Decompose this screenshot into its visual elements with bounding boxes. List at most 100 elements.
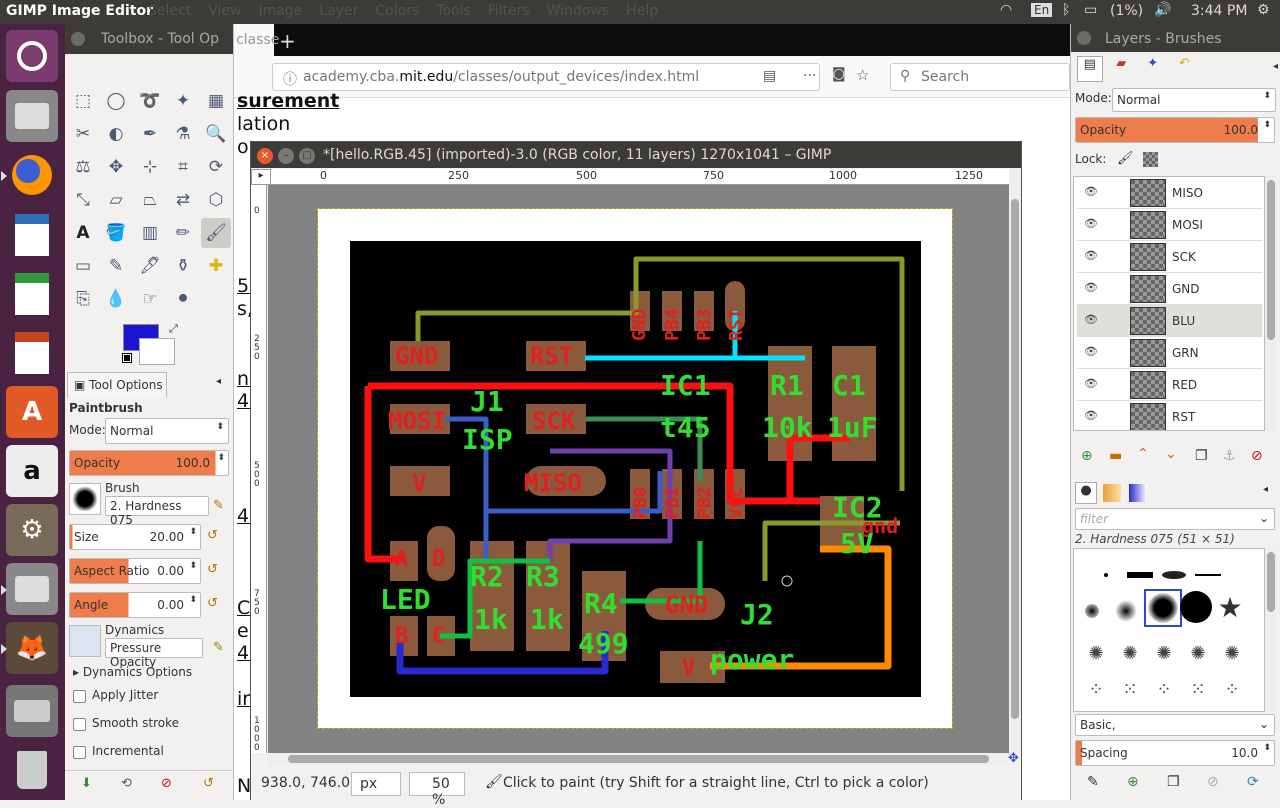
smudge-icon[interactable]: ☞ xyxy=(135,284,165,314)
visibility-eye-icon[interactable]: 👁 xyxy=(1084,217,1098,230)
fuzzy-select-icon[interactable]: ✦ xyxy=(168,86,198,116)
reset-aspect-icon[interactable]: ↺ xyxy=(207,562,218,577)
impress-icon[interactable] xyxy=(6,327,58,379)
foreground-select-icon[interactable]: ◐ xyxy=(101,119,131,149)
close-window-icon[interactable]: × xyxy=(257,148,273,164)
new-layer-icon[interactable]: ⊕ xyxy=(1081,448,1093,464)
brush-item[interactable] xyxy=(1090,559,1122,591)
maximize-window-icon[interactable]: □ xyxy=(299,148,315,164)
gradient-icon[interactable]: ▥ xyxy=(135,218,165,248)
calc-icon[interactable] xyxy=(6,268,58,320)
edit-dynamics-icon[interactable]: ✎ xyxy=(213,640,224,655)
menu-help[interactable]: Help xyxy=(626,3,658,19)
brush-preset-select[interactable]: Basic, ⌄ xyxy=(1075,714,1275,736)
clone-icon[interactable]: ⎘ xyxy=(68,284,98,314)
zoom-icon[interactable]: 🔍 xyxy=(201,119,231,149)
brush-item[interactable]: ⁘ xyxy=(1148,673,1180,705)
files-icon[interactable] xyxy=(6,90,58,142)
horizontal-scrollbar[interactable] xyxy=(268,753,1009,765)
airbrush-icon[interactable]: ✎ xyxy=(101,251,131,281)
scissors-icon[interactable]: ✂ xyxy=(68,119,98,149)
brush-item[interactable] xyxy=(1180,591,1212,623)
eraser-icon[interactable]: ▭ xyxy=(68,251,98,281)
angle-slider[interactable]: Angle 0.00 ⬍ xyxy=(69,592,201,618)
crop-icon[interactable]: ⌗ xyxy=(168,152,198,182)
amazon-icon[interactable]: a xyxy=(6,445,58,497)
search-input[interactable]: ⚲ Search xyxy=(890,63,1070,91)
layer-row[interactable]: 👁 MISO xyxy=(1077,177,1262,209)
layer-mode-select[interactable]: Normal ⬍ xyxy=(1112,88,1276,112)
opacity-slider[interactable]: Opacity 100.0 ⬍ xyxy=(69,450,229,476)
ellipse-select-icon[interactable]: ◯ xyxy=(101,86,131,116)
zoom-select[interactable]: 50 % xyxy=(409,772,465,808)
text-icon[interactable]: A xyxy=(68,218,98,248)
wifi-icon[interactable]: ◠ xyxy=(1000,2,1012,18)
info-icon[interactable]: ⓘ xyxy=(283,69,297,89)
visibility-eye-icon[interactable]: 👁 xyxy=(1084,249,1098,262)
tab-paths-icon[interactable]: ✦ xyxy=(1140,56,1165,82)
reader-icon[interactable]: ▤ xyxy=(763,68,776,84)
brush-item[interactable] xyxy=(1192,559,1224,591)
layer-row[interactable]: 👁 RED xyxy=(1077,369,1262,401)
brush-preview[interactable] xyxy=(69,483,101,515)
menu-select[interactable]: Select xyxy=(148,3,191,19)
menu-layer[interactable]: Layer xyxy=(319,3,358,19)
measure-icon[interactable]: ⚖ xyxy=(68,152,98,182)
image-canvas[interactable]: GND RST GND PB4 PB3 RST IC1 R1 C1 MOSI J… xyxy=(317,208,953,729)
size-slider[interactable]: Size 20.00 ⬍ xyxy=(69,524,201,550)
volume-icon[interactable]: 🔊 xyxy=(1154,2,1171,18)
trash-icon[interactable] xyxy=(6,744,58,796)
flip-icon[interactable]: ⇄ xyxy=(168,185,198,215)
visibility-eye-icon[interactable]: 👁 xyxy=(1084,409,1098,422)
reset-options-icon[interactable]: ↺ xyxy=(203,776,214,791)
save-options-icon[interactable]: ⬇ xyxy=(81,776,92,791)
brush-item[interactable] xyxy=(1110,595,1142,627)
background-color-swatch[interactable] xyxy=(139,338,175,365)
pencil-icon[interactable]: ✏ xyxy=(168,218,198,248)
drive-icon[interactable] xyxy=(6,685,58,737)
layer-row[interactable]: 👁 GND xyxy=(1077,273,1262,305)
edit-brush-icon[interactable]: ✎ xyxy=(1087,774,1099,790)
delete-options-icon[interactable]: ⊘ xyxy=(161,776,172,791)
url-bar[interactable]: ⓘ academy.cba.mit.edu/classes/output_dev… xyxy=(272,63,820,91)
tab-layers-icon[interactable]: ▤ xyxy=(1077,56,1103,82)
heal-icon[interactable]: ✚ xyxy=(201,251,231,281)
tab-brushes-icon[interactable]: ● xyxy=(1075,482,1097,504)
page-text-13[interactable]: ir xyxy=(237,688,250,710)
close-icon[interactable] xyxy=(1077,31,1091,45)
bucket-fill-icon[interactable]: 🪣 xyxy=(101,218,131,248)
brush-item-selected[interactable] xyxy=(1144,589,1182,627)
menu-tools[interactable]: Tools xyxy=(436,3,471,19)
brush-item[interactable]: ✺ xyxy=(1148,637,1180,669)
minimize-window-icon[interactable]: – xyxy=(278,148,294,164)
rotate-icon[interactable]: ⟳ xyxy=(201,152,231,182)
brush-item[interactable]: ⁘ xyxy=(1216,673,1248,705)
brush-item[interactable]: ⁙ xyxy=(1182,673,1214,705)
cage-icon[interactable]: ⬡ xyxy=(201,185,231,215)
tab-gradients-icon[interactable] xyxy=(1129,484,1147,502)
brush-item[interactable]: ⁙ xyxy=(1114,673,1146,705)
tab-channels-icon[interactable]: ▰ xyxy=(1109,56,1134,82)
paths-icon[interactable]: ✒ xyxy=(135,119,165,149)
bookmark-star-icon[interactable]: ☆ xyxy=(856,66,869,84)
battery-icon[interactable]: ▭ xyxy=(1084,2,1097,18)
navigate-icon[interactable]: ✥ xyxy=(1008,751,1019,766)
duplicate-layer-icon[interactable]: ❐ xyxy=(1195,448,1208,464)
brush-item[interactable]: ★ xyxy=(1214,591,1246,624)
bluetooth-icon[interactable]: ᛒ xyxy=(1062,2,1070,18)
layer-row[interactable]: 👁 MOSI xyxy=(1077,209,1262,241)
layer-row-selected[interactable]: 👁 BLU xyxy=(1077,305,1262,337)
menu-colors[interactable]: Colors xyxy=(375,3,419,19)
free-select-icon[interactable]: ➰ xyxy=(135,86,165,116)
gear-icon[interactable]: ⚙ xyxy=(1257,2,1270,18)
menu-windows[interactable]: Windows xyxy=(547,3,610,19)
shear-icon[interactable]: ▱ xyxy=(101,185,131,215)
lock-pixels-icon[interactable]: 🖌 xyxy=(1117,151,1134,166)
incremental-checkbox[interactable] xyxy=(73,746,86,759)
layer-opacity-slider[interactable]: Opacity 100.0 ⬍ xyxy=(1075,117,1275,143)
brush-filter-input[interactable]: filter ⌄ xyxy=(1075,508,1275,530)
delete-brush-icon[interactable]: ⊘ xyxy=(1207,774,1219,790)
dodge-burn-icon[interactable]: ⚫ xyxy=(168,284,198,314)
spacing-slider[interactable]: Spacing 10.0 ⬍ xyxy=(1075,740,1275,766)
new-group-icon[interactable]: ▬ xyxy=(1109,448,1122,464)
